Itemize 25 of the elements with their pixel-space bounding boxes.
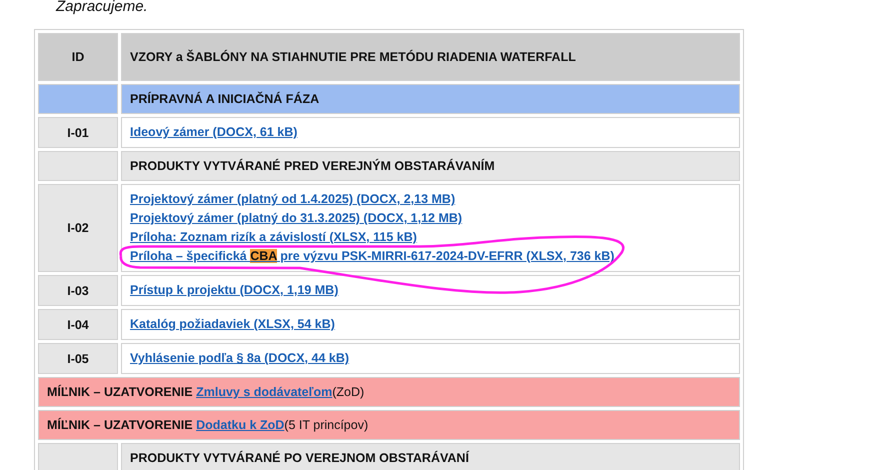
- milestone-note: (ZoD): [332, 385, 364, 399]
- download-link[interactable]: Katalóg požiadaviek (XLSX, 54 kB): [130, 315, 335, 334]
- document-link[interactable]: Dodatku k ZoD: [196, 418, 284, 432]
- download-link[interactable]: Vyhlásenie podľa § 8a (DOCX, 44 kB): [130, 349, 350, 368]
- section-heading: PRÍPRAVNÁ A INICIAČNÁ FÁZA: [121, 84, 740, 114]
- id-cell: I-04: [38, 309, 118, 340]
- download-link[interactable]: Príloha: Zoznam rizík a závislostí (XLSX, 115 kB): [130, 228, 417, 247]
- id-cell: I-02: [38, 184, 118, 272]
- download-link[interactable]: Projektový zámer (platný do 31.3.2025) (DOCX, 1,12 MB): [130, 209, 462, 228]
- section-heading: PRODUKTY VYTVÁRANÉ PO VEREJNOM OBSTARÁVANÍ: [121, 443, 740, 470]
- milestone-label: MÍĽNIK – UZATVORENIE: [47, 418, 193, 432]
- document-link[interactable]: Zmluvy s dodávateľom: [196, 385, 332, 399]
- column-header: VZORY a ŠABLÓNY NA STIAHNUTIE PRE METÓDU RIADENIA WATERFALL: [121, 33, 740, 81]
- download-link[interactable]: Prístup k projektu (DOCX, 1,19 MB): [130, 281, 338, 300]
- milestone-label: MÍĽNIK – UZATVORENIE: [47, 385, 193, 399]
- id-cell: I-01: [38, 117, 118, 148]
- id-cell: I-05: [38, 343, 118, 374]
- section-heading: PRODUKTY VYTVÁRANÉ PRED VEREJNÝM OBSTARÁVANÍM: [121, 151, 740, 181]
- id-cell: I-03: [38, 275, 118, 306]
- download-link[interactable]: Príloha – špecifická CBA pre výzvu PSK-MIRRI-617-2024-DV-EFRR (XLSX, 736 kB): [130, 247, 614, 266]
- column-header: ID: [38, 33, 118, 81]
- intro-text: Zapracujeme.: [56, 0, 148, 15]
- download-link[interactable]: Projektový zámer (platný od 1.4.2025) (DOCX, 2,13 MB): [130, 190, 456, 209]
- download-link[interactable]: Ideový zámer (DOCX, 61 kB): [130, 123, 298, 142]
- milestone-note: (5 IT princípov): [284, 418, 368, 432]
